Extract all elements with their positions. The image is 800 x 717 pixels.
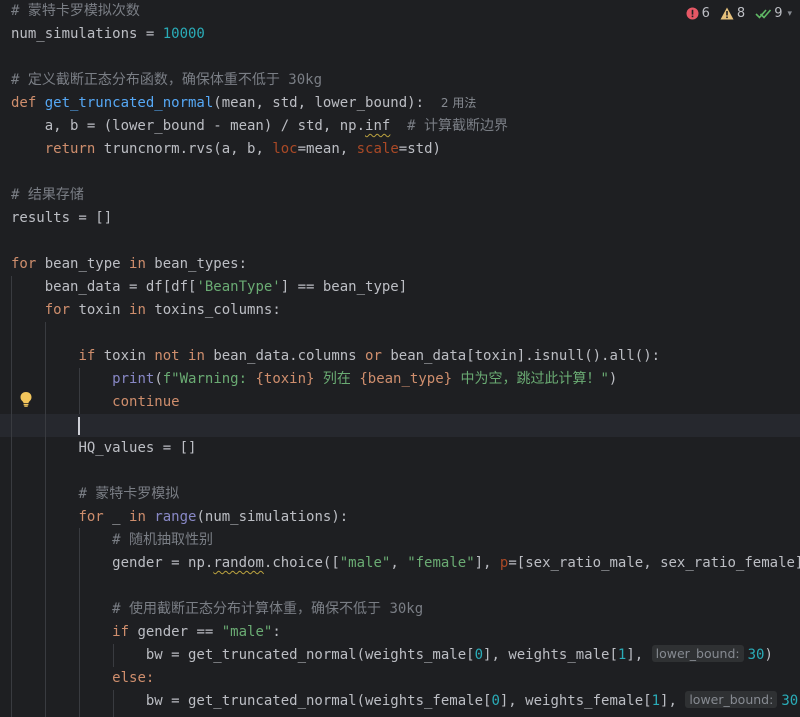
- code-line-14: for toxin in toxins_columns:: [44, 302, 281, 318]
- code-line-16: if toxin not in bean_data.columns or bea…: [78, 348, 661, 364]
- code-line-9: # 结果存储: [11, 187, 84, 203]
- text-caret: [78, 417, 80, 435]
- code-line-12: for bean_type in bean_types:: [11, 256, 248, 272]
- code-line-20: HQ_values = []: [78, 440, 197, 456]
- code-line-24: # 随机抽取性别: [112, 532, 214, 548]
- code-line-25: gender = np.random.choice(["male", "fema…: [112, 555, 800, 571]
- error-icon: [686, 7, 699, 20]
- code-line-27: # 使用截断正态分布计算体重，确保不低于 30kg: [112, 601, 424, 617]
- code-line-5: def get_truncated_normal(mean, std, lowe…: [11, 95, 477, 111]
- warning-icon: [720, 7, 734, 20]
- typos-count: 9: [774, 6, 783, 21]
- usages-hint[interactable]: 2 用法: [441, 96, 476, 110]
- double-check-icon: [755, 9, 772, 19]
- code-line-18: continue: [112, 394, 180, 410]
- code-line-29: bw = get_truncated_normal(weights_male[0…: [145, 645, 773, 663]
- code-line-10: results = []: [11, 210, 113, 226]
- errors-indicator[interactable]: 6: [686, 6, 710, 21]
- code-line-22: # 蒙特卡罗模拟: [78, 486, 180, 502]
- warnings-count: 8: [736, 6, 746, 21]
- code-editor[interactable]: 6 8 9 ▾ # 蒙特卡罗模拟次数 num_simulations = 100…: [0, 0, 800, 717]
- parameter-hint: lower_bound:: [651, 645, 744, 662]
- code-line-7: return truncnorm.rvs(a, b, loc=mean, sca…: [44, 141, 441, 157]
- warnings-indicator[interactable]: 8: [720, 6, 745, 21]
- code-line-13: bean_data = df[df['BeanType'] == bean_ty…: [11, 279, 408, 295]
- code-line-17: print(f"Warning: {toxin} 列在 {bean_type} …: [112, 371, 618, 387]
- current-line-highlight: [0, 414, 800, 437]
- parameter-hint: lower_bound:: [685, 691, 778, 708]
- code-line-1: # 蒙特卡罗模拟次数: [11, 3, 140, 19]
- code-line-31: bw = get_truncated_normal(weights_female…: [145, 691, 800, 709]
- typos-indicator[interactable]: 9 ▾: [755, 6, 792, 21]
- lightbulb-icon[interactable]: [19, 391, 33, 411]
- code-line-28: if gender == "male":: [112, 624, 281, 640]
- chevron-down-icon: ▾: [787, 8, 792, 19]
- code-line-23: for _ in range(num_simulations):: [78, 509, 349, 525]
- code-line-6: a, b = (lower_bound - mean) / std, np.in…: [11, 118, 509, 134]
- code-line-30: else:: [112, 670, 155, 686]
- code-line-4: # 定义截断正态分布函数，确保体重不低于 30kg: [11, 72, 322, 88]
- code-line-2: num_simulations = 10000: [11, 26, 205, 42]
- inspections-widget[interactable]: 6 8 9 ▾: [685, 6, 792, 21]
- errors-count: 6: [701, 6, 710, 21]
